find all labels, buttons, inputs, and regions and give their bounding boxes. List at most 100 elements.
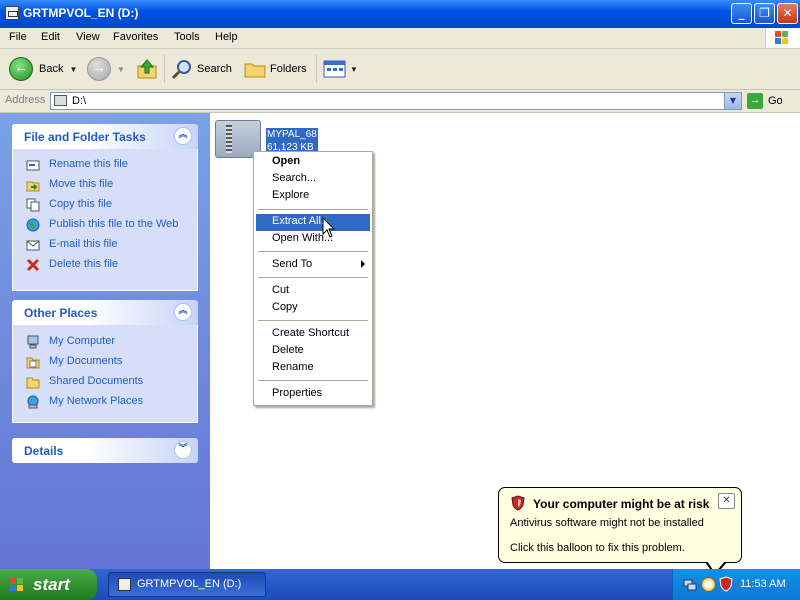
computer-icon <box>27 335 39 349</box>
other-places-header[interactable]: Other Places ︽ <box>12 300 198 325</box>
place-my-computer[interactable]: My Computer <box>13 332 197 352</box>
up-folder-button[interactable] <box>136 57 158 81</box>
forward-arrow-icon <box>87 57 111 81</box>
menu-open[interactable]: Open <box>256 154 370 171</box>
folder-icon <box>26 357 40 369</box>
place-label: My Documents <box>49 355 123 367</box>
place-shared-documents[interactable]: Shared Documents <box>13 372 197 392</box>
update-tray-icon[interactable] <box>701 577 716 592</box>
security-shield-icon[interactable] <box>719 576 733 592</box>
submenu-arrow-icon <box>361 260 365 268</box>
collapse-icon[interactable]: ︽ <box>174 303 192 321</box>
menu-bar: File Edit View Favorites Tools Help <box>0 28 800 49</box>
menu-edit[interactable]: Edit <box>41 31 60 43</box>
address-input[interactable]: D:\ ▼ <box>50 92 742 110</box>
taskbar-window-button[interactable]: GRTMPVOL_EN (D:) <box>108 572 266 597</box>
forward-button[interactable]: ▼ <box>87 57 125 81</box>
email-icon <box>26 240 40 251</box>
menu-tools[interactable]: Tools <box>174 31 200 43</box>
folders-label: Folders <box>270 63 307 75</box>
menu-send-to[interactable]: Send To <box>256 257 370 274</box>
balloon-close-icon[interactable]: ✕ <box>718 493 735 509</box>
security-shield-icon <box>511 495 525 511</box>
search-icon <box>171 60 191 80</box>
details-header[interactable]: Details ︾ <box>12 438 198 463</box>
drive-icon[interactable] <box>5 6 19 20</box>
start-button[interactable]: start <box>0 569 97 600</box>
menu-copy[interactable]: Copy <box>256 300 370 317</box>
menu-help[interactable]: Help <box>215 31 238 43</box>
move-icon <box>26 181 40 192</box>
title-bar: GRTMPVOL_EN (D:) _ ❐ ✕ <box>0 0 800 28</box>
place-my-documents[interactable]: My Documents <box>13 352 197 372</box>
expand-icon[interactable]: ︾ <box>174 441 192 459</box>
menu-properties[interactable]: Properties <box>256 386 370 403</box>
address-bar: Address D:\ ▼ → Go <box>0 90 800 113</box>
menu-create-shortcut[interactable]: Create Shortcut <box>256 326 370 343</box>
task-pane: File and Folder Tasks ︽ Rename this file… <box>0 113 210 569</box>
go-label: Go <box>768 95 783 107</box>
back-dropdown-icon[interactable]: ▼ <box>69 65 77 74</box>
menu-separator <box>258 380 368 381</box>
drive-icon <box>54 95 67 106</box>
back-label: Back <box>39 63 64 75</box>
balloon-message: Antivirus software might not be installe… <box>510 517 704 529</box>
place-label: Shared Documents <box>49 375 144 387</box>
menu-file[interactable]: File <box>9 31 27 43</box>
clock[interactable]: 11:53 AM <box>740 578 786 590</box>
menu-cut[interactable]: Cut <box>256 283 370 300</box>
place-my-network-places[interactable]: My Network Places <box>13 392 197 412</box>
toolbar-separator <box>316 55 317 83</box>
minimize-button[interactable]: _ <box>731 3 752 24</box>
task-publish-web[interactable]: Publish this file to the Web <box>13 215 197 235</box>
panel-title: File and Folder Tasks <box>24 130 146 144</box>
task-label: Move this file <box>49 178 114 190</box>
go-button[interactable]: → Go <box>747 92 783 110</box>
search-label: Search <box>197 63 232 75</box>
network-tray-icon[interactable] <box>683 578 697 592</box>
task-label: Copy this file <box>49 198 112 210</box>
toolbar-separator <box>164 55 165 83</box>
task-move[interactable]: Move this file <box>13 175 197 195</box>
close-button[interactable]: ✕ <box>777 3 798 24</box>
menu-view[interactable]: View <box>76 31 100 43</box>
globe-icon <box>26 218 40 232</box>
file-folder-tasks-panel: File and Folder Tasks ︽ Rename this file… <box>12 124 198 291</box>
maximize-button[interactable]: ❐ <box>754 3 775 24</box>
rename-icon <box>26 160 40 171</box>
search-button[interactable]: Search <box>171 57 232 81</box>
up-folder-icon <box>137 59 157 79</box>
back-button[interactable]: Back ▼ <box>9 57 77 81</box>
address-dropdown-icon[interactable]: ▼ <box>724 93 741 109</box>
panel-title: Other Places <box>24 306 98 320</box>
address-value: D:\ <box>72 95 87 107</box>
task-email[interactable]: E-mail this file <box>13 235 197 255</box>
go-arrow-icon: → <box>747 93 763 109</box>
place-label: My Network Places <box>49 395 144 407</box>
menu-search[interactable]: Search... <box>256 171 370 188</box>
folders-button[interactable]: Folders <box>243 57 307 81</box>
menu-favorites[interactable]: Favorites <box>113 31 158 43</box>
views-button[interactable]: ▼ <box>323 57 358 81</box>
balloon-action-text: Click this balloon to fix this problem. <box>510 542 685 554</box>
forward-dropdown-icon[interactable]: ▼ <box>117 65 125 74</box>
menu-delete[interactable]: Delete <box>256 343 370 360</box>
balloon-title: Your computer might be at risk <box>533 497 710 511</box>
security-balloon[interactable]: Your computer might be at risk ✕ Antivir… <box>498 487 742 563</box>
menu-rename[interactable]: Rename <box>256 360 370 377</box>
task-label: Publish this file to the Web <box>49 218 179 230</box>
file-folder-tasks-header[interactable]: File and Folder Tasks ︽ <box>12 124 198 149</box>
windows-logo-icon <box>10 578 23 591</box>
menu-explore[interactable]: Explore <box>256 188 370 205</box>
task-delete[interactable]: Delete this file <box>13 255 197 275</box>
menu-separator <box>258 320 368 321</box>
window-title: GRTMPVOL_EN (D:) <box>23 6 139 20</box>
menu-extract-all[interactable]: Extract All... <box>256 214 370 231</box>
collapse-icon[interactable]: ︽ <box>174 127 192 145</box>
task-rename[interactable]: Rename this file <box>13 155 197 175</box>
views-icon <box>323 60 346 78</box>
task-copy[interactable]: Copy this file <box>13 195 197 215</box>
menu-open-with[interactable]: Open With... <box>256 231 370 248</box>
drive-icon <box>118 578 131 591</box>
views-dropdown-icon[interactable]: ▼ <box>350 65 358 74</box>
